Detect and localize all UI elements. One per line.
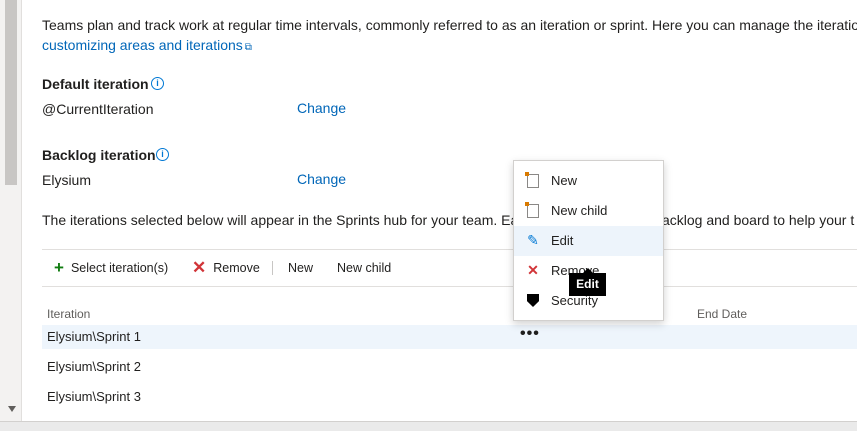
customizing-link[interactable]: customizing areas and iterations ⧉ bbox=[42, 36, 252, 57]
context-menu: New New child ✎ Edit ✕ Remove Security bbox=[513, 160, 664, 321]
menu-item-label: Edit bbox=[551, 233, 574, 248]
intro-text: Teams plan and track work at regular tim… bbox=[42, 17, 857, 33]
column-header-iteration[interactable]: Iteration bbox=[47, 307, 90, 321]
new-child-button[interactable]: New child bbox=[337, 260, 391, 276]
customizing-link-label[interactable]: customizing areas and iterations bbox=[42, 37, 243, 53]
table-row[interactable]: Elysium\Sprint 3 bbox=[42, 385, 857, 409]
default-iteration-value: @CurrentIteration bbox=[42, 101, 154, 117]
new-child-label: New child bbox=[337, 261, 392, 275]
table-row[interactable]: Elysium\Sprint 1 ••• bbox=[42, 325, 857, 349]
select-iterations-button[interactable]: + Select iteration(s) bbox=[54, 258, 169, 277]
info-icon[interactable]: i bbox=[156, 148, 169, 161]
sprints-note-text: The iterations selected below will appea… bbox=[42, 212, 519, 228]
vertical-scrollbar[interactable] bbox=[0, 0, 21, 430]
sprints-note-text-cont: acklog and board to help your t bbox=[662, 212, 855, 228]
new-child-document-icon bbox=[525, 202, 541, 218]
pencil-icon: ✎ bbox=[527, 232, 539, 248]
menu-item-label: New bbox=[551, 173, 578, 188]
new-label: New bbox=[288, 261, 314, 275]
default-iteration-heading: Default iteration bbox=[42, 76, 149, 92]
menu-item-label: New child bbox=[551, 203, 608, 218]
scroll-down-arrow-icon[interactable] bbox=[8, 406, 16, 412]
menu-item-new-child[interactable]: New child bbox=[514, 196, 663, 226]
info-icon[interactable]: i bbox=[151, 77, 164, 90]
external-link-icon: ⧉ bbox=[244, 42, 252, 53]
default-iteration-change-link[interactable]: Change bbox=[297, 99, 346, 117]
remove-button[interactable]: ✕ Remove bbox=[192, 258, 260, 277]
iteration-cell: Elysium\Sprint 3 bbox=[47, 389, 141, 404]
column-header-end-date[interactable]: End Date bbox=[697, 307, 747, 321]
select-iterations-label: Select iteration(s) bbox=[70, 261, 169, 275]
cross-icon: ✕ bbox=[192, 258, 207, 277]
backlog-iteration-heading: Backlog iteration bbox=[42, 147, 156, 163]
table-row[interactable]: Elysium\Sprint 2 bbox=[42, 355, 857, 379]
iteration-cell: Elysium\Sprint 1 bbox=[47, 329, 141, 344]
backlog-iteration-value: Elysium bbox=[42, 172, 92, 188]
menu-item-new[interactable]: New bbox=[514, 166, 663, 196]
new-button[interactable]: New bbox=[288, 260, 313, 276]
shield-icon bbox=[525, 292, 541, 308]
cross-icon: ✕ bbox=[527, 262, 539, 278]
toolbar-bottom-rule bbox=[42, 286, 857, 287]
more-actions-icon[interactable]: ••• bbox=[520, 325, 540, 343]
new-document-icon bbox=[525, 172, 541, 188]
tooltip: Edit bbox=[569, 268, 606, 296]
toolbar-separator bbox=[272, 261, 273, 275]
remove-label: Remove bbox=[213, 261, 260, 275]
menu-item-edit[interactable]: ✎ Edit bbox=[514, 226, 663, 256]
iteration-cell: Elysium\Sprint 2 bbox=[47, 359, 141, 374]
backlog-iteration-change-link[interactable]: Change bbox=[297, 170, 346, 188]
divider bbox=[21, 0, 22, 430]
toolbar-top-rule bbox=[42, 249, 857, 250]
plus-icon: + bbox=[54, 258, 64, 277]
scrollbar-thumb[interactable] bbox=[5, 0, 17, 185]
